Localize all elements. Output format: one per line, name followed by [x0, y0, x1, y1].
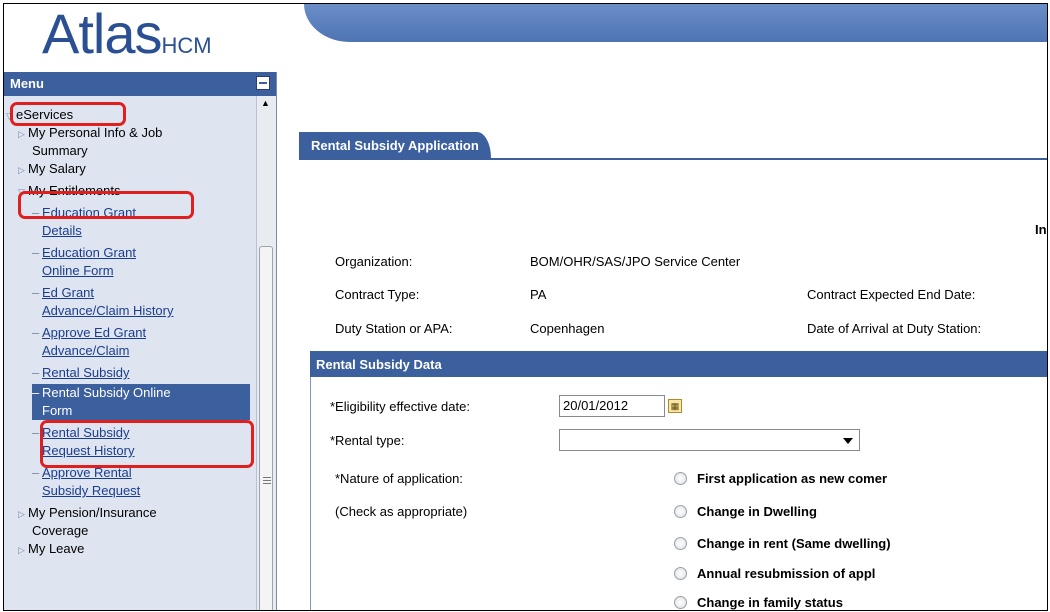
- scrollbar-thumb[interactable]: [259, 246, 273, 610]
- menu-item-pension-insurance-cont[interactable]: Coverage: [32, 522, 88, 539]
- tree-dash-icon: –: [32, 245, 40, 260]
- tree-dash-icon: –: [32, 365, 40, 380]
- menu-link-education-grant-online-cont[interactable]: Online Form: [42, 262, 114, 279]
- highlight-my-entitlements: [18, 191, 194, 219]
- rental-type-select[interactable]: [559, 429, 860, 451]
- scroll-up-arrow-icon[interactable]: ▲: [261, 98, 270, 108]
- dropdown-arrow-icon: [843, 438, 853, 444]
- radio-label-change-rent: Change in rent (Same dwelling): [697, 536, 891, 551]
- collapsed-triangle-icon: ▷: [18, 165, 25, 175]
- menu-link-rental-subsidy-online-form-cont[interactable]: Form: [32, 402, 250, 420]
- app-header: AtlasHCM: [4, 4, 1047, 72]
- rental-type-label: *Rental type:: [330, 433, 405, 448]
- organization-value: BOM/OHR/SAS/JPO Service Center: [530, 254, 741, 269]
- logo-sub-text: HCM: [161, 33, 212, 58]
- contract-type-label: Contract Type:: [335, 287, 420, 302]
- menu-scrollbar[interactable]: ▲: [256, 96, 276, 610]
- menu-link-education-grant-details-cont[interactable]: Details: [42, 222, 82, 239]
- menu-list: ▽ eServices ▷ My Personal Info & Job Summa…: [4, 96, 254, 610]
- calendar-icon[interactable]: ▦: [668, 399, 682, 413]
- radio-change-rent[interactable]: [674, 537, 687, 550]
- tree-dash-icon: –: [32, 465, 40, 480]
- menu-link-approve-ed-grant-cont[interactable]: Advance/Claim: [42, 342, 129, 359]
- header-banner: [304, 4, 1047, 42]
- menu-header: Menu: [4, 72, 276, 96]
- logo-main-text: Atlas: [42, 3, 162, 65]
- browser-frame: AtlasHCM Menu ▽ eServices ▷ My Personal In…: [3, 3, 1048, 611]
- radio-label-first-application: First application as new comer: [697, 471, 887, 486]
- radio-label-change-dwelling: Change in Dwelling: [697, 504, 817, 519]
- check-as-appropriate-hint: (Check as appropriate): [335, 504, 468, 519]
- radio-first-application[interactable]: [674, 472, 687, 485]
- eligibility-date-input[interactable]: 20/01/2012: [559, 395, 665, 417]
- contract-end-date-label: Contract Expected End Date:: [807, 287, 976, 302]
- tab-underline: [299, 158, 1047, 160]
- tree-dash-icon: –: [32, 285, 40, 300]
- menu-link-rental-subsidy[interactable]: – Rental Subsidy: [32, 364, 129, 381]
- organization-label: Organization:: [335, 254, 413, 269]
- duty-station-label: Duty Station or APA:: [335, 321, 453, 336]
- tree-dash-icon: –: [32, 325, 40, 340]
- highlight-rental-subsidy-online-form: [40, 420, 254, 468]
- duty-station-value: Copenhagen: [530, 321, 605, 336]
- truncated-heading: In: [1035, 222, 1047, 237]
- menu-item-personal-info-cont[interactable]: Summary: [32, 142, 88, 159]
- radio-change-family-status[interactable]: [674, 596, 687, 609]
- menu-link-approve-rental-subsidy-cont[interactable]: Subsidy Request: [42, 482, 140, 499]
- section-title: Rental Subsidy Data: [316, 357, 442, 372]
- tab-rental-subsidy-application[interactable]: Rental Subsidy Application: [299, 132, 491, 158]
- radio-annual-resubmission[interactable]: [674, 567, 687, 580]
- menu-item-personal-info[interactable]: ▷ My Personal Info & Job: [18, 124, 162, 143]
- arrival-date-label: Date of Arrival at Duty Station:: [807, 321, 982, 336]
- tree-dash-icon: –: [32, 385, 40, 400]
- sidebar-menu: Menu ▽ eServices ▷ My Personal Info & Job …: [4, 72, 277, 610]
- menu-item-my-salary[interactable]: ▷ My Salary: [18, 160, 86, 179]
- menu-item-pension-insurance[interactable]: ▷ My Pension/Insurance: [18, 504, 157, 523]
- radio-label-annual-resubmission: Annual resubmission of appl: [697, 566, 876, 581]
- eligibility-date-label: *Eligibility effective date:: [330, 399, 470, 414]
- collapsed-triangle-icon: ▷: [18, 509, 25, 519]
- menu-link-approve-ed-grant[interactable]: – Approve Ed Grant: [32, 324, 146, 341]
- menu-item-my-leave[interactable]: ▷ My Leave: [18, 540, 84, 559]
- highlight-eservices: [10, 102, 126, 126]
- scroll-grip-icon: [263, 477, 271, 478]
- menu-title: Menu: [10, 76, 44, 91]
- collapsed-triangle-icon: ▷: [18, 545, 25, 555]
- menu-link-ed-grant-history[interactable]: – Ed Grant: [32, 284, 94, 301]
- nature-of-application-label: *Nature of application:: [335, 471, 463, 486]
- radio-change-dwelling[interactable]: [674, 505, 687, 518]
- radio-label-change-family-status: Change in family status: [697, 595, 843, 610]
- collapse-menu-icon[interactable]: [256, 76, 270, 90]
- collapsed-triangle-icon: ▷: [18, 129, 25, 139]
- atlas-hcm-logo: AtlasHCM: [42, 3, 212, 70]
- menu-link-education-grant-online[interactable]: – Education Grant: [32, 244, 136, 261]
- contract-type-value: PA: [530, 287, 547, 302]
- menu-link-ed-grant-history-cont[interactable]: Advance/Claim History: [42, 302, 174, 319]
- section-header: Rental Subsidy Data: [310, 351, 1047, 377]
- menu-link-rental-subsidy-online-form[interactable]: – Rental Subsidy Online: [32, 384, 250, 402]
